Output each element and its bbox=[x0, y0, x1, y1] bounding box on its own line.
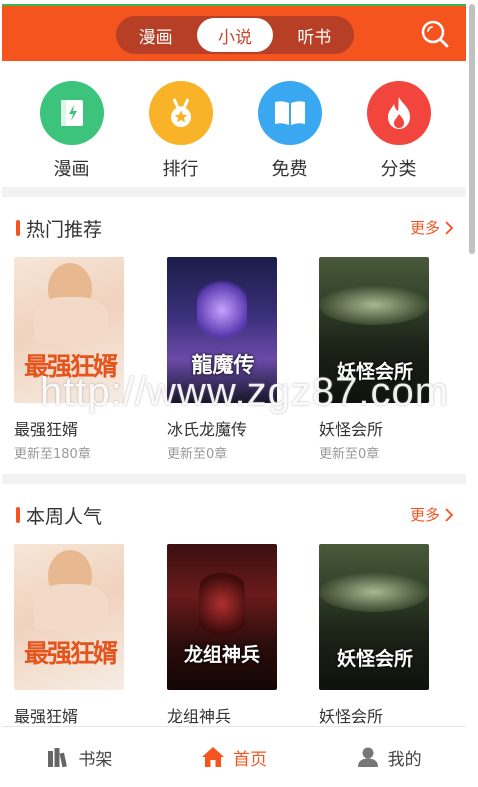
home-icon bbox=[202, 747, 224, 767]
section-weekly: 本周人气 更多 最强狂婿 最强狂婿 龙组神兵 龙组神兵 妖怪会所 妖怪会所 bbox=[2, 484, 466, 764]
section-header: 本周人气 更多 bbox=[2, 484, 466, 544]
tab-profile[interactable]: 我的 bbox=[311, 727, 466, 787]
book-row: 最强狂婿 最强狂婿 更新至180章 龍魔传 冰氏龙魔传 更新至0章 妖怪会所 妖… bbox=[2, 257, 466, 477]
book-card[interactable]: 妖怪会所 妖怪会所 bbox=[319, 544, 431, 727]
book-title: 妖怪会所 bbox=[319, 420, 384, 439]
book-cover: 最强狂婿 bbox=[14, 257, 124, 403]
category-label: 排行 bbox=[162, 159, 199, 180]
book-card[interactable]: 最强狂婿 最强狂婿 更新至180章 bbox=[14, 257, 126, 462]
cover-title: 妖怪会所 bbox=[336, 361, 413, 383]
cover-title: 龍魔传 bbox=[191, 352, 255, 377]
search-icon[interactable] bbox=[420, 19, 450, 49]
category-comics[interactable]: 漫画 bbox=[17, 61, 126, 187]
book-card[interactable]: 龍魔传 冰氏龙魔传 更新至0章 bbox=[167, 257, 279, 462]
app-screen: 漫画 小说 听书 漫画 排行 免费 分类 热门推荐 更多 最强狂婿 最强狂婿 更… bbox=[0, 0, 466, 787]
book-icon bbox=[39, 81, 104, 145]
book-title: 冰氏龙魔传 bbox=[167, 420, 248, 439]
more-label: 更多 bbox=[409, 506, 440, 524]
category-label: 免费 bbox=[271, 159, 308, 180]
category-ranking[interactable]: 排行 bbox=[126, 61, 235, 187]
book-cover: 龍魔传 bbox=[167, 257, 277, 403]
book-title: 最强狂婿 bbox=[14, 707, 79, 726]
more-label: 更多 bbox=[409, 219, 440, 237]
section-accent-bar bbox=[16, 507, 20, 523]
chevron-right-icon bbox=[445, 507, 454, 522]
scrollbar-thumb[interactable] bbox=[469, 4, 475, 254]
open-book-icon bbox=[257, 81, 322, 145]
category-row: 漫画 排行 免费 分类 bbox=[2, 61, 466, 187]
book-title: 龙组神兵 bbox=[167, 707, 232, 726]
category-genres[interactable]: 分类 bbox=[344, 61, 453, 187]
book-chapters: 更新至180章 bbox=[14, 447, 91, 462]
category-free[interactable]: 免费 bbox=[235, 61, 344, 187]
user-icon bbox=[357, 747, 378, 767]
top-bar: 漫画 小说 听书 bbox=[2, 4, 466, 61]
tab-audiobooks[interactable]: 听书 bbox=[277, 18, 352, 52]
tab-label: 书架 bbox=[78, 749, 113, 770]
book-cover: 妖怪会所 bbox=[319, 257, 429, 403]
section-title: 热门推荐 bbox=[26, 219, 103, 241]
flame-icon bbox=[366, 81, 431, 145]
tab-label: 首页 bbox=[233, 749, 267, 770]
more-link[interactable]: 更多 bbox=[410, 217, 454, 238]
book-card[interactable]: 最强狂婿 最强狂婿 bbox=[14, 544, 126, 727]
tab-comics[interactable]: 漫画 bbox=[118, 18, 193, 52]
section-divider bbox=[2, 187, 466, 197]
section-divider bbox=[2, 474, 466, 484]
cover-title: 妖怪会所 bbox=[336, 648, 413, 670]
content-type-switch: 漫画 小说 听书 bbox=[116, 16, 354, 54]
book-cover: 妖怪会所 bbox=[319, 544, 429, 690]
more-link[interactable]: 更多 bbox=[410, 504, 454, 525]
section-title: 本周人气 bbox=[26, 506, 103, 528]
cover-title: 最强狂婿 bbox=[23, 352, 118, 381]
book-cover: 龙组神兵 bbox=[167, 544, 277, 690]
cover-title: 最强狂婿 bbox=[23, 639, 118, 668]
book-card[interactable]: 龙组神兵 龙组神兵 bbox=[167, 544, 279, 727]
section-hot: 热门推荐 更多 最强狂婿 最强狂婿 更新至180章 龍魔传 冰氏龙魔传 更新至0… bbox=[2, 197, 466, 477]
tab-bookshelf[interactable]: 书架 bbox=[2, 727, 157, 787]
bottom-tab-bar: 书架 首页 我的 bbox=[2, 726, 466, 787]
category-label: 分类 bbox=[380, 159, 417, 180]
book-chapters: 更新至0章 bbox=[167, 447, 228, 462]
tab-home[interactable]: 首页 bbox=[157, 727, 312, 787]
cover-title: 龙组神兵 bbox=[183, 644, 260, 666]
book-cover: 最强狂婿 bbox=[14, 544, 124, 690]
category-label: 漫画 bbox=[53, 159, 90, 180]
section-accent-bar bbox=[16, 220, 20, 236]
book-title: 妖怪会所 bbox=[319, 707, 384, 726]
bookshelf-icon bbox=[48, 748, 68, 768]
tab-novels[interactable]: 小说 bbox=[197, 18, 273, 52]
section-header: 热门推荐 更多 bbox=[2, 197, 466, 257]
medal-icon bbox=[148, 81, 213, 145]
tab-label: 我的 bbox=[387, 749, 422, 770]
chevron-right-icon bbox=[445, 220, 454, 235]
book-title: 最强狂婿 bbox=[14, 420, 79, 439]
book-card[interactable]: 妖怪会所 妖怪会所 更新至0章 bbox=[319, 257, 431, 462]
book-chapters: 更新至0章 bbox=[319, 447, 380, 462]
